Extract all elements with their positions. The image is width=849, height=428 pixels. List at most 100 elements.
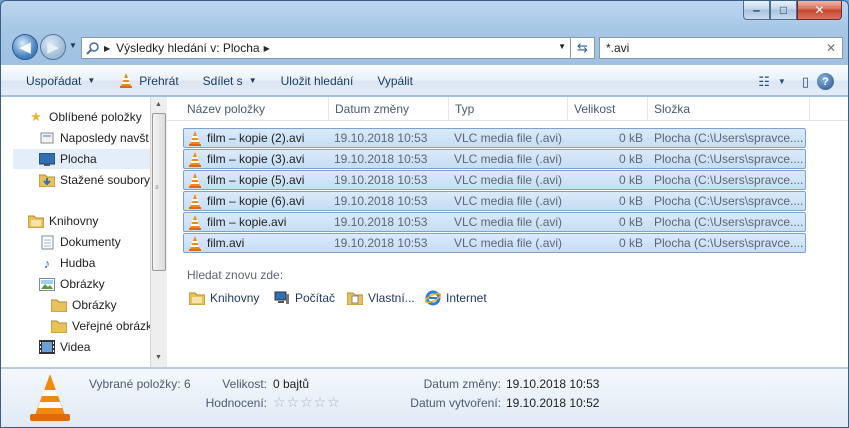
nav-videos[interactable]: Videa (39, 337, 90, 357)
nav-label: Dokumenty (60, 235, 121, 249)
vlc-cone-icon (188, 193, 202, 209)
grip-icon: ≡ (155, 185, 159, 191)
link-label: Knihovny (210, 291, 260, 305)
vlc-cone-icon (188, 235, 202, 251)
search-input[interactable]: *.avi ✕ (599, 37, 843, 59)
nav-label: Naposledy navšt (60, 131, 149, 145)
forward-button[interactable]: ▶ (40, 34, 66, 60)
breadcrumb-search-results[interactable]: Výsledky hledání v: Plocha (116, 41, 259, 55)
table-row[interactable]: film – kopie (5).avi 19.10.2018 10:53 VLC … (183, 170, 806, 190)
close-button[interactable]: ✕ (797, 1, 842, 20)
nav-music[interactable]: ♪ Hudba (39, 253, 96, 273)
play-button[interactable]: Přehrát (107, 69, 190, 92)
rating-stars[interactable]: ☆☆☆☆☆ (273, 394, 341, 411)
save-search-button[interactable]: Uložit hledání (269, 69, 366, 92)
link-label: Internet (446, 291, 487, 305)
file-folder: Plocha (C:\Users\spravce.... (654, 215, 804, 229)
file-size: 0 kB (618, 152, 643, 166)
table-row[interactable]: film – kopie (6).avi 19.10.2018 10:53 VLC … (183, 191, 806, 211)
column-size[interactable]: Velikost (568, 97, 648, 121)
refresh-button[interactable]: ⇆ (571, 37, 595, 59)
folder-icon (51, 297, 67, 313)
back-button[interactable]: ◀ (12, 34, 38, 60)
created-value: 19.10.2018 10:52 (506, 396, 600, 410)
column-folder[interactable]: Složka (648, 97, 810, 121)
history-dropdown-icon[interactable]: ▼ (69, 41, 77, 50)
table-row[interactable]: film.avi 19.10.2018 10:53 VLC media file (… (183, 233, 806, 253)
share-label: Sdílet s (202, 73, 243, 88)
search-again-computer[interactable]: Počítač (274, 290, 335, 306)
nav-downloads[interactable]: Stažené soubory (39, 170, 150, 190)
file-type: VLC media file (.avi) (454, 173, 563, 187)
vlc-cone-icon (188, 151, 202, 167)
scroll-down-icon[interactable]: ▼ (155, 354, 162, 361)
file-name: film – kopie (3).avi (207, 152, 305, 166)
nav-documents[interactable]: Dokumenty (39, 232, 121, 252)
save-search-label: Uložit hledání (280, 73, 354, 88)
organize-button[interactable]: Uspořádat ▼ (14, 69, 107, 92)
preview-pane-icon[interactable]: ▯ (802, 74, 809, 90)
computer-icon (274, 290, 290, 306)
share-button[interactable]: Sdílet s ▼ (191, 69, 269, 92)
file-name: film – kopie (6).avi (207, 194, 305, 208)
file-folder: Plocha (C:\Users\spravce.... (654, 131, 804, 145)
table-row[interactable]: film – kopie.avi 19.10.2018 10:53 VLC medi… (183, 212, 806, 232)
view-options-icon[interactable]: ☷ (758, 74, 770, 90)
nav-pictures[interactable]: Obrázky (39, 274, 105, 294)
file-date: 19.10.2018 10:53 (334, 173, 428, 187)
file-type: VLC media file (.avi) (454, 152, 563, 166)
clear-search-icon[interactable]: ✕ (826, 41, 836, 55)
nav-recent-places[interactable]: Naposledy navšt (39, 128, 149, 148)
search-again-custom[interactable]: Vlastní... (347, 290, 415, 306)
nav-libraries[interactable]: Knihovny (28, 211, 98, 231)
column-name[interactable]: Název položky (181, 97, 329, 121)
nav-desktop[interactable]: Plocha (13, 149, 150, 169)
search-query: *.avi (606, 41, 630, 55)
internet-explorer-icon (425, 290, 441, 306)
minimize-button[interactable]: ‒ (743, 1, 770, 20)
view-dropdown-icon[interactable]: ▼ (778, 77, 786, 86)
file-size: 0 kB (618, 194, 643, 208)
nav-label: Hudba (60, 256, 96, 270)
help-icon[interactable]: ? (817, 73, 834, 90)
file-folder: Plocha (C:\Users\spravce.... (654, 173, 804, 187)
scroll-thumb[interactable] (152, 113, 166, 271)
breadcrumb-chevron-icon[interactable]: ▶ (264, 44, 270, 53)
nav-pictures-sub[interactable]: Obrázky (51, 295, 117, 315)
column-date[interactable]: Datum změny (329, 97, 449, 121)
search-again-internet[interactable]: Internet (425, 290, 487, 306)
scroll-up-icon[interactable]: ▲ (155, 101, 162, 108)
column-type[interactable]: Typ (449, 97, 568, 121)
file-list: Název položky Datum změny Typ Velikost S… (167, 97, 848, 367)
nav-public-pictures[interactable]: Veřejné obrázky (51, 316, 150, 336)
maximize-button[interactable]: □ (770, 1, 797, 20)
play-label: Přehrát (139, 73, 179, 88)
burn-label: Vypálit (377, 73, 413, 88)
file-date: 19.10.2018 10:53 (334, 194, 428, 208)
file-size: 0 kB (618, 131, 643, 145)
address-dropdown-icon[interactable]: ▼ (558, 42, 566, 51)
nav-favorites[interactable]: ★ Oblíbené položky (28, 107, 142, 127)
nav-label: Videa (60, 340, 91, 354)
table-row[interactable]: film – kopie (2).avi 19.10.2018 10:53 VLC … (183, 128, 806, 148)
address-bar[interactable]: ▶ Výsledky hledání v: Plocha ▶ ▼ (81, 37, 571, 59)
search-again-libraries[interactable]: Knihovny (189, 290, 259, 306)
navigation-pane: ★ Oblíbené položky Naposledy navšt Plocha… (1, 97, 150, 367)
file-size: 0 kB (618, 173, 643, 187)
nav-scrollbar[interactable]: ▲ ≡ ▼ (150, 97, 167, 367)
burn-button[interactable]: Vypálit (365, 69, 425, 92)
vlc-cone-icon (188, 214, 202, 230)
nav-label: Veřejné obrázky (72, 319, 150, 333)
file-type: VLC media file (.avi) (454, 194, 563, 208)
chevron-down-icon: ▼ (87, 76, 96, 85)
breadcrumb-separator-icon[interactable]: ▶ (104, 44, 110, 53)
nav-label: Knihovny (49, 214, 99, 228)
table-row[interactable]: film – kopie (3).avi 19.10.2018 10:53 VLC … (183, 149, 806, 169)
vlc-cone-icon (30, 374, 70, 421)
created-label: Datum vytvoření: (410, 396, 501, 410)
music-note-icon: ♪ (43, 255, 51, 271)
modified-value: 19.10.2018 10:53 (506, 377, 600, 391)
file-type: VLC media file (.avi) (454, 215, 563, 229)
file-name: film – kopie (5).avi (207, 173, 305, 187)
libraries-icon (28, 213, 44, 229)
